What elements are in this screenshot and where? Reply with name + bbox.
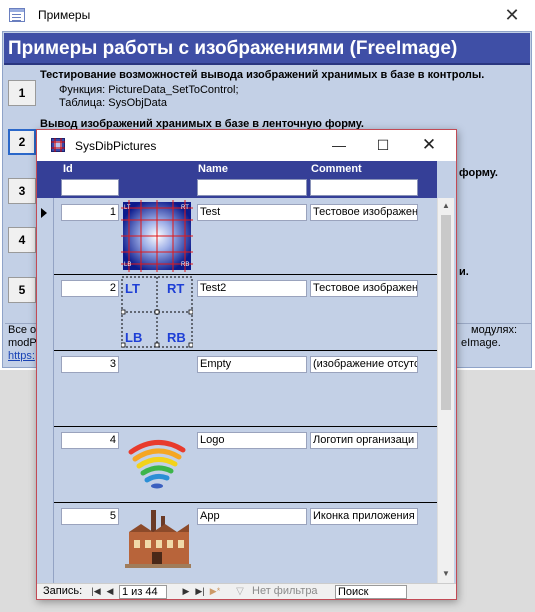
record-id-field[interactable]: 4 <box>61 432 119 449</box>
record-row[interactable]: 2 LT RT LB RB Test2 Тестовое изображени <box>37 274 437 350</box>
picture-label-lt: LT <box>125 281 140 296</box>
record-list: 1 LT RT LB RB Test Тестовое изображени 2… <box>37 198 437 583</box>
record-name-field[interactable]: Logo <box>197 432 307 449</box>
scroll-up-arrow-icon[interactable]: ▲ <box>438 198 454 214</box>
record-selector-column[interactable] <box>37 198 54 583</box>
test-grid-image: LT RT LB RB <box>121 200 193 272</box>
form-grid-icon <box>51 138 65 152</box>
row-divider <box>37 350 437 351</box>
picture-label-rb: RB <box>167 330 186 345</box>
name-filter-input[interactable] <box>197 179 307 196</box>
last-record-icon[interactable]: ▶| <box>194 584 206 599</box>
close-icon[interactable]: ✕ <box>407 130 451 160</box>
form-header-title: Примеры работы с изображениями (FreeImag… <box>8 38 458 59</box>
maximize-icon[interactable]: ☐ <box>361 130 405 160</box>
background-close-icon[interactable]: ✕ <box>502 2 522 28</box>
background-titlebar[interactable]: Примеры ✕ <box>0 0 535 30</box>
rainbow-logo-image <box>128 440 186 489</box>
example-5-button[interactable]: 5 <box>8 277 36 303</box>
row-divider <box>37 426 437 427</box>
record-name-field[interactable]: Test2 <box>197 280 307 297</box>
no-filter-button[interactable]: Нет фильтра <box>252 585 318 597</box>
row-divider <box>37 502 437 503</box>
lt-rt-lb-rb-layout-image: LT RT LB RB <box>121 276 193 348</box>
example-2-button[interactable]: 2 <box>8 129 36 155</box>
footer-line1-end: модулях: <box>471 324 518 336</box>
record-name-field[interactable]: Test <box>197 204 307 221</box>
example-3-heading-tail: форму. <box>459 167 498 179</box>
sysdibpictures-window: SysDibPictures — ☐ ✕ Id Name Comment 1 L… <box>36 129 457 600</box>
record-id-field[interactable]: 5 <box>61 508 119 525</box>
record-comment-field[interactable]: Тестовое изображени <box>310 204 418 221</box>
filter-icon[interactable]: ▽ <box>233 585 247 599</box>
column-header-comment: Comment <box>311 163 362 175</box>
record-label: Запись: <box>43 585 83 597</box>
svg-text:RB: RB <box>181 262 189 268</box>
footer-link[interactable]: https: <box>8 350 35 362</box>
record-row[interactable]: 4 Logo Логотип организаци <box>37 426 437 502</box>
current-record-arrow-icon <box>41 208 47 218</box>
new-record-icon[interactable]: ▶* <box>209 584 221 599</box>
scroll-down-arrow-icon[interactable]: ▼ <box>438 566 454 582</box>
form-header: Примеры работы с изображениями (FreeImag… <box>4 33 530 65</box>
minimize-icon[interactable]: — <box>317 130 361 160</box>
example-1-heading: Тестирование возможностей вывода изображ… <box>40 69 485 81</box>
next-record-icon[interactable]: ▶ <box>180 584 192 599</box>
record-comment-field[interactable]: Логотип организаци <box>310 432 418 449</box>
example-4-button[interactable]: 4 <box>8 227 36 253</box>
picture-label-rt: RT <box>167 281 184 296</box>
example-1-function: Функция: PictureData_SetToControl; <box>59 84 239 96</box>
continuous-form-body: Id Name Comment 1 LT RT LB RB Test Тесто… <box>37 161 456 599</box>
form-app-icon <box>9 8 25 22</box>
record-comment-field[interactable]: Иконка приложения <box>310 508 418 525</box>
column-header: Id Name Comment <box>37 161 437 198</box>
record-name-field[interactable]: App <box>197 508 307 525</box>
comment-filter-input[interactable] <box>310 179 418 196</box>
record-id-field[interactable]: 2 <box>61 280 119 297</box>
scrollbar-thumb[interactable] <box>441 215 451 410</box>
factory-icon-image <box>125 510 191 568</box>
current-record-field[interactable]: 1 из 44 <box>119 585 167 599</box>
record-navigation-bar: Запись: |◀ ◀ 1 из 44 ▶ ▶| ▶* ▽ Нет фильт… <box>37 583 456 599</box>
svg-text:LT: LT <box>124 205 131 211</box>
record-name-field[interactable]: Empty <box>197 356 307 373</box>
column-header-id: Id <box>63 163 73 175</box>
example-1-button[interactable]: 1 <box>8 80 36 106</box>
example-3-button[interactable]: 3 <box>8 178 36 204</box>
record-id-field[interactable]: 1 <box>61 204 119 221</box>
background-window-title: Примеры <box>38 8 91 22</box>
example-1-table: Таблица: SysObjData <box>59 97 167 109</box>
previous-record-icon[interactable]: ◀ <box>104 584 116 599</box>
first-record-icon[interactable]: |◀ <box>90 584 102 599</box>
svg-text:LB: LB <box>124 262 131 268</box>
record-row[interactable]: 3 Empty (изображение отсутст <box>37 350 437 426</box>
picture-label-lb: LB <box>125 330 142 345</box>
footer-line2-end: eImage. <box>461 337 501 349</box>
record-row[interactable]: 5 App Иконка приложения <box>37 502 437 578</box>
record-comment-field[interactable]: (изображение отсутст <box>310 356 418 373</box>
id-filter-input[interactable] <box>61 179 119 196</box>
search-input[interactable]: Поиск <box>335 585 407 599</box>
footer-line2-start: modPi <box>8 337 40 349</box>
column-header-name: Name <box>198 163 228 175</box>
svg-text:RT: RT <box>181 205 189 211</box>
example-4-heading-tail: и. <box>459 266 469 278</box>
sysdibpictures-titlebar[interactable]: SysDibPictures — ☐ ✕ <box>37 130 456 161</box>
record-comment-field[interactable]: Тестовое изображени <box>310 280 418 297</box>
record-row[interactable]: 1 LT RT LB RB Test Тестовое изображени <box>37 198 437 274</box>
vertical-scrollbar[interactable]: ▲ ▼ <box>437 198 454 583</box>
record-id-field[interactable]: 3 <box>61 356 119 373</box>
sysdibpictures-title: SysDibPictures <box>75 139 157 153</box>
row-divider <box>37 274 437 275</box>
